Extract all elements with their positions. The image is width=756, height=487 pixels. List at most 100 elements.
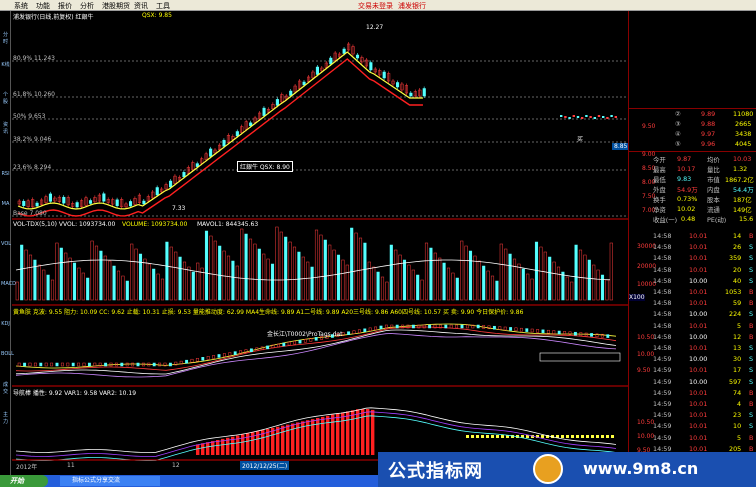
quote-panel: ② 9.89 11080 ③ 9.88 2665 ④ 9.97 3438 ⑤ 9.96 4045… [628,11,756,475]
ind2-bar [591,435,594,438]
volume-bar [81,272,85,301]
ind1-candle [87,362,91,367]
volume-bar [574,244,578,301]
ind1-candle [546,329,550,334]
volume-bar [319,234,323,301]
candle-body [422,88,426,97]
ind1-candle [541,329,545,334]
sidebar-item-rsi[interactable]: RSI [1,171,10,177]
sidebar-item-kdj[interactable]: KDJ [1,321,10,327]
volume-bar [24,249,28,301]
qsx-label: QSX: 9.85 [142,12,172,19]
ind2-bar [491,435,494,438]
volume-bar [275,226,279,301]
menu-quote[interactable]: 报价 [58,1,72,11]
sidebar-item-info[interactable]: 资讯 [1,121,10,135]
candle-body [606,117,609,119]
volume-bar [552,261,556,301]
order-level-4: ④ 9.97 3438 [675,130,752,138]
start-button[interactable]: 开始 [0,475,48,487]
sidebar-item-stock[interactable]: 个股 [1,91,10,105]
kline-chart-area[interactable]: 浦发银行(日线,前复权) 红銀牛 QSX: 9.85 80.9% 11.243 … [12,11,630,475]
stock-name-menu: 浦发银行 [398,2,426,10]
ind2-bar [561,435,564,438]
ind1-candle [476,324,480,329]
ind2-bar [476,435,479,438]
menu-function[interactable]: 功能 [36,1,50,11]
ind1-candle [185,359,189,364]
taskbar-window-item[interactable]: 指标公式分享交流 [60,476,160,486]
ind1-candle [222,353,226,357]
menu-tools[interactable]: 工具 [156,1,170,11]
ind1-candle [411,324,415,329]
high-price-label: 12.27 [366,24,384,31]
kline-chart-svg[interactable] [12,11,628,475]
volume-bar [59,247,63,301]
volume-bar [28,254,33,301]
menu-info[interactable]: 资讯 [134,1,148,11]
ma-red-line [17,58,423,217]
candle-body [222,139,226,147]
volume-bar [152,268,156,301]
sidebar-item-deal[interactable]: 成交 [1,381,10,395]
candle-body [115,199,119,207]
volume-bar [495,280,499,301]
volume-bar [20,244,24,301]
ind1-candle [557,330,561,335]
tick-row: 14:59 10.01 23 S [653,411,754,420]
menu-analysis[interactable]: 分析 [80,1,94,11]
volume-bar [310,266,314,301]
trade-status[interactable]: 交易未登录 [358,1,393,11]
volume-bar [204,230,209,301]
volume-bar [112,265,116,301]
volume-bar [314,229,319,301]
fib-label-50: 50% 9.653 [13,113,46,120]
ind1-candle [82,362,86,367]
vol-mavol-text: MAVOL1: 844345.63 [197,221,259,228]
sidebar-item-macd[interactable]: MACD [1,281,16,287]
volume-bar [424,242,429,301]
volume-bar [490,275,495,301]
candle-body [102,193,106,202]
vol-unit: X100 [629,294,645,301]
volume-bars [15,226,613,301]
ind1-candle [228,352,232,356]
ind1-candle [201,357,205,361]
sidebar-item-main[interactable]: 主力 [1,411,10,425]
ind2-bar [466,435,469,438]
volume-bar [174,251,178,301]
menu-system[interactable]: 系统 [14,1,28,11]
volume-bar [350,227,354,301]
tooltip-box: 红銀牛 QSX: 8.90 [237,161,293,172]
sidebar-item-vol[interactable]: VOL [1,241,11,247]
ind2-bar [501,435,504,438]
volume-bar [240,228,244,301]
volume-bar [235,265,239,301]
candle-body [262,107,266,116]
sidebar-item-boll[interactable]: BOLL [1,351,14,357]
ind1-candle [460,324,464,329]
ind1-candle [606,334,610,338]
candle-body [581,117,584,119]
ind1-candle [104,362,108,367]
ind1-candle [395,324,399,329]
volume-bar [451,272,455,301]
volume-bar [103,255,107,301]
candle-body [560,115,563,117]
tick-row: 14:59 10.01 10 S [653,422,754,431]
volume-bar [134,248,138,301]
sidebar-item-timeshare[interactable]: 分时 [1,31,10,45]
candle-body [62,196,66,204]
volume-bar [46,274,50,301]
sidebar-item-kline[interactable]: K线 [1,61,10,68]
tick-list[interactable]: 14:58 10.01 14 B 14:58 10.01 26 S 14:58 10.01 359 S… [653,232,756,475]
vol-volume-text: VOLUME: 1093734.00 [122,221,188,228]
banner-title: 公式指标网 [388,461,483,482]
tick-row: 14:58 10.01 1053 B [653,288,754,296]
candle-body [22,200,26,206]
menu-hk-futures[interactable]: 港股期货 [102,1,130,11]
candle-body [409,92,413,97]
sidebar-item-ma[interactable]: MA [1,201,10,207]
ind1-candle [347,331,351,335]
candle-body [142,200,146,205]
